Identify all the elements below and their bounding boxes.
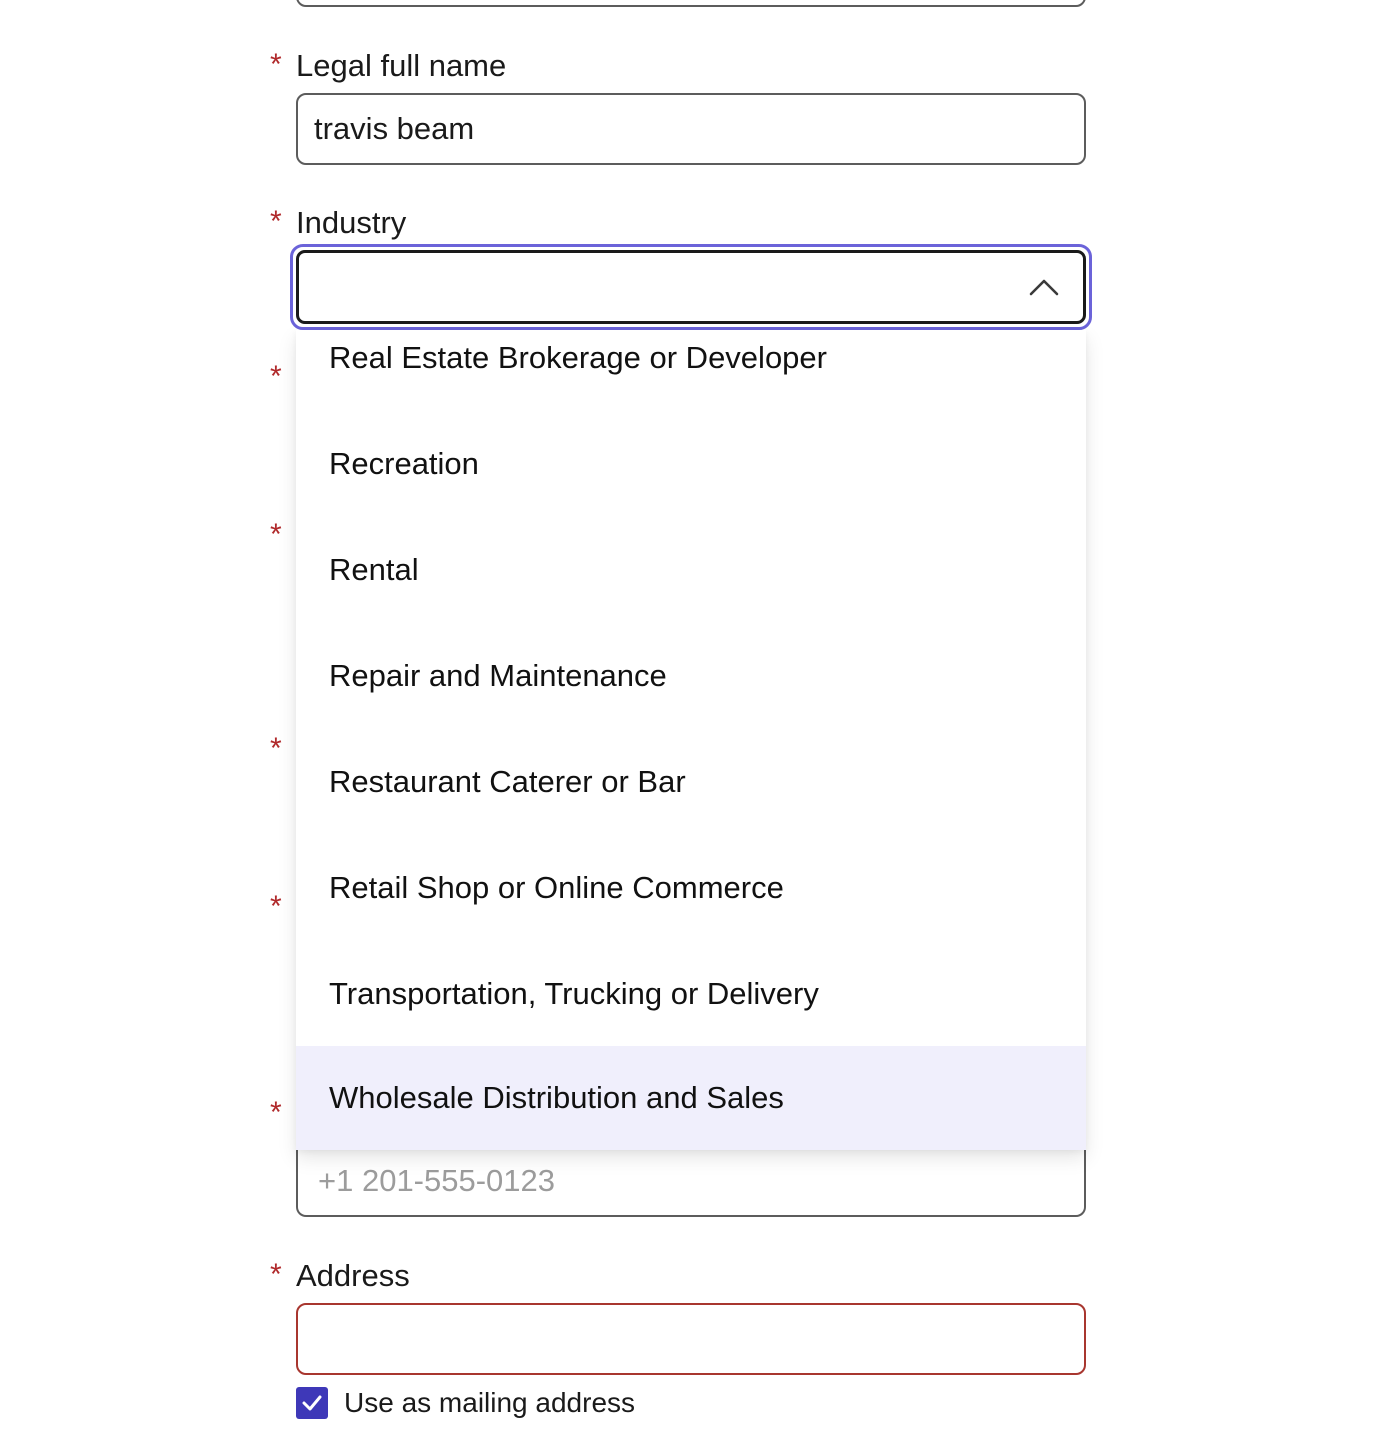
industry-label: Industry xyxy=(296,205,407,240)
required-marker: * xyxy=(270,890,282,923)
required-marker: * xyxy=(270,1258,282,1291)
industry-option[interactable]: Transportation, Trucking or Delivery xyxy=(296,942,1086,1046)
industry-option-highlighted[interactable]: Wholesale Distribution and Sales xyxy=(296,1046,1086,1150)
required-marker: * xyxy=(270,518,282,551)
industry-select[interactable] xyxy=(290,244,1092,330)
industry-option[interactable]: Rental xyxy=(296,518,1086,622)
required-marker: * xyxy=(270,360,282,393)
mailing-address-label[interactable]: Use as mailing address xyxy=(344,1389,635,1417)
legal-name-label: Legal full name xyxy=(296,48,507,83)
required-marker: * xyxy=(270,1096,282,1129)
industry-option[interactable]: Repair and Maintenance xyxy=(296,624,1086,728)
address-label: Address xyxy=(296,1258,410,1293)
industry-option[interactable]: Restaurant Caterer or Bar xyxy=(296,730,1086,834)
address-input[interactable] xyxy=(296,1303,1086,1375)
chevron-up-icon[interactable] xyxy=(1029,277,1059,297)
checkmark-icon xyxy=(302,1395,322,1411)
required-marker: * xyxy=(270,205,282,238)
industry-option[interactable]: Recreation xyxy=(296,412,1086,516)
phone-input[interactable] xyxy=(296,1145,1086,1217)
industry-option[interactable]: Real Estate Brokerage or Developer xyxy=(296,330,1086,410)
mailing-address-checkbox[interactable] xyxy=(296,1387,328,1419)
legal-name-input[interactable] xyxy=(296,93,1086,165)
industry-option[interactable]: Retail Shop or Online Commerce xyxy=(296,836,1086,940)
industry-select-box[interactable] xyxy=(296,250,1086,324)
previous-input-field[interactable] xyxy=(296,0,1086,7)
required-marker: * xyxy=(270,732,282,765)
industry-options-list[interactable]: Real Estate Brokerage or Developer Recre… xyxy=(296,330,1086,1150)
business-details-form: * Legal full name * Industry * * * * * R… xyxy=(0,0,1388,1448)
required-marker: * xyxy=(270,48,282,81)
